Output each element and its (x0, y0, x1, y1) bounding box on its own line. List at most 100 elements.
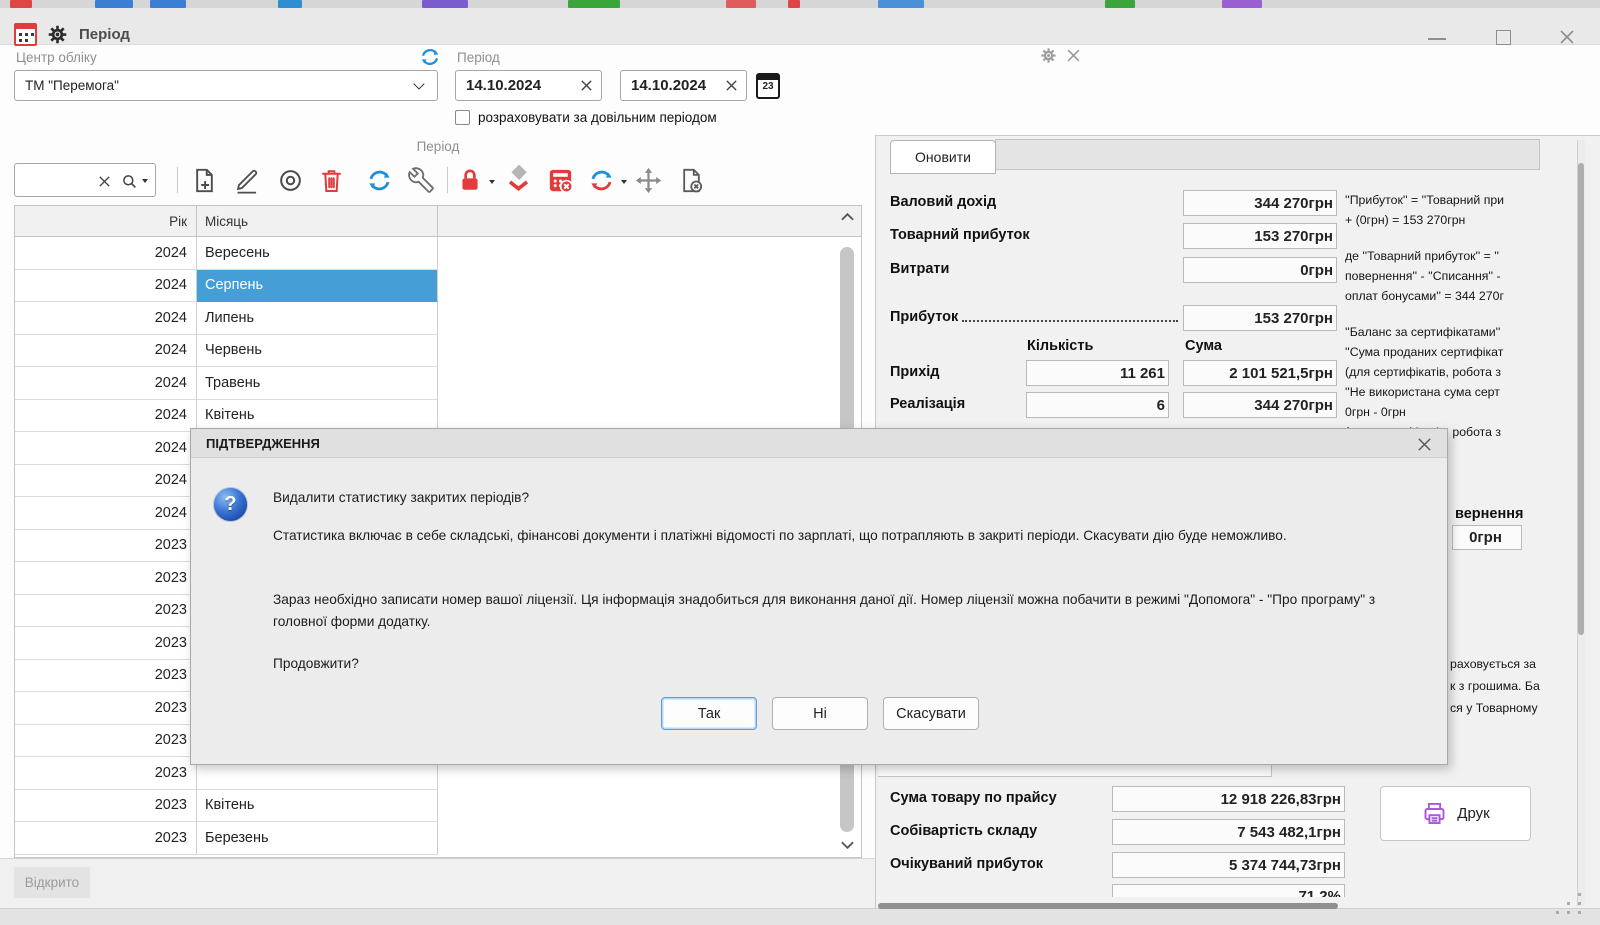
yes-button[interactable]: Так (661, 697, 757, 730)
search-magnifier-icon[interactable] (119, 171, 139, 191)
window-bottom-edge (0, 908, 1600, 925)
accounting-center-select[interactable]: ТМ "Перемога" (14, 70, 438, 101)
date-from-clear-icon[interactable] (580, 79, 593, 92)
minimize-icon[interactable] (1428, 38, 1446, 40)
refresh-options-caret-icon[interactable] (621, 180, 627, 184)
year-cell[interactable]: 2024 (15, 465, 197, 498)
date-to-clear-icon[interactable] (725, 79, 738, 92)
table-row[interactable]: 2023Березень (15, 822, 861, 855)
no-button[interactable]: Ні (772, 697, 868, 730)
update-button[interactable]: Оновити (890, 140, 996, 174)
table-row[interactable]: 2024Серпень (15, 270, 861, 303)
print-button[interactable]: Друк (1380, 786, 1531, 841)
year-cell[interactable]: 2023 (15, 790, 197, 823)
year-cell[interactable]: 2023 (15, 595, 197, 628)
search-input[interactable] (14, 163, 156, 197)
month-cell[interactable]: Травень (197, 367, 438, 400)
column-header-year[interactable]: Рік (15, 206, 197, 236)
year-cell[interactable]: 2024 (15, 270, 197, 303)
background-icon-fragment (10, 0, 32, 8)
income-sum-value: 2 101 521,5грн (1183, 360, 1337, 386)
month-cell[interactable]: Червень (197, 335, 438, 368)
note-line: ''Не використана сума серт (1345, 382, 1541, 402)
settings-wrench-icon[interactable] (407, 166, 435, 194)
year-cell[interactable]: 2023 (15, 822, 197, 855)
refresh-alt-icon[interactable] (587, 166, 615, 194)
calendar-picker-icon[interactable]: 23 (756, 73, 780, 99)
empty-tab-strip (995, 139, 1540, 170)
month-cell[interactable]: Квітень (197, 790, 438, 823)
background-icon-fragment (95, 0, 133, 8)
export-document-icon[interactable] (677, 166, 705, 194)
scroll-up-icon[interactable] (838, 209, 856, 223)
lock-icon[interactable] (456, 166, 484, 194)
background-icon-fragment (150, 0, 186, 8)
move-icon[interactable] (634, 166, 662, 194)
year-cell[interactable]: 2023 (15, 725, 197, 758)
year-cell[interactable]: 2023 (15, 757, 197, 790)
scroll-down-icon[interactable] (838, 838, 856, 852)
dialog-question: Видалити статистику закритих періодів? (273, 487, 1398, 509)
delete-statistics-icon[interactable] (546, 166, 574, 194)
date-from-input[interactable]: 14.10.2024 (455, 70, 602, 101)
note-line (1345, 306, 1541, 322)
close-icon[interactable] (1558, 28, 1576, 46)
refresh-icon[interactable] (419, 46, 441, 68)
year-cell[interactable]: 2024 (15, 302, 197, 335)
edit-pencil-icon[interactable] (232, 166, 260, 194)
profit-label: Прибуток (890, 309, 958, 325)
collapse-layers-icon[interactable] (503, 164, 533, 194)
refresh-icon[interactable] (365, 166, 393, 194)
year-cell[interactable]: 2024 (15, 237, 197, 270)
background-taskbar-strip (0, 0, 1600, 8)
view-icon[interactable] (276, 166, 304, 194)
panel-hscrollbar-thumb[interactable] (878, 903, 1338, 909)
year-cell[interactable]: 2024 (15, 367, 197, 400)
formula-notes: ''Прибуток'' = ''Товарний при+ (0грн) = … (1345, 190, 1541, 442)
question-icon: ? (213, 487, 248, 522)
year-cell[interactable]: 2023 (15, 562, 197, 595)
year-cell[interactable]: 2023 (15, 627, 197, 660)
table-row[interactable]: 2024Червень (15, 335, 861, 368)
month-cell[interactable]: Вересень (197, 237, 438, 270)
cancel-button[interactable]: Скасувати (883, 697, 979, 730)
add-document-icon[interactable] (190, 166, 218, 194)
year-cell[interactable]: 2024 (15, 432, 197, 465)
dialog-close-icon[interactable] (1415, 435, 1433, 453)
year-cell[interactable]: 2023 (15, 692, 197, 725)
panel-vscrollbar-thumb[interactable] (1578, 163, 1584, 635)
year-cell[interactable]: 2023 (15, 530, 197, 563)
table-header: Рік Місяць (15, 206, 861, 237)
dialog-continue-question: Продовжити? (273, 653, 1398, 675)
date-to-input[interactable]: 14.10.2024 (620, 70, 747, 101)
period-close-icon[interactable] (1066, 48, 1081, 63)
dialog-paragraph-2: Зараз необхідно записати номер вашої ліц… (273, 589, 1398, 633)
lock-options-caret-icon[interactable] (489, 180, 495, 184)
accounting-center-value: ТМ "Перемога" (25, 78, 119, 93)
table-row[interactable]: 2023Квітень (15, 790, 861, 823)
year-cell[interactable]: 2023 (15, 660, 197, 693)
toolbar-separator (177, 167, 178, 193)
price-sum-value: 12 918 226,83грн (1112, 786, 1345, 812)
delete-trash-icon[interactable] (317, 166, 345, 194)
table-row[interactable]: 2024Липень (15, 302, 861, 335)
search-options-caret-icon[interactable] (142, 179, 148, 183)
maximize-icon[interactable] (1496, 30, 1511, 45)
search-clear-icon[interactable] (97, 174, 111, 188)
resize-grip-icon[interactable] (1556, 893, 1584, 915)
year-cell[interactable]: 2024 (15, 335, 197, 368)
period-settings-gear-icon[interactable] (1040, 47, 1057, 64)
month-cell[interactable]: Березень (197, 822, 438, 855)
printer-icon (1421, 800, 1448, 827)
toolbar-separator (447, 167, 448, 193)
year-cell[interactable]: 2024 (15, 497, 197, 530)
year-cell[interactable]: 2024 (15, 400, 197, 433)
table-row[interactable]: 2024Вересень (15, 237, 861, 270)
month-cell[interactable]: Липень (197, 302, 438, 335)
table-row[interactable]: 2024Травень (15, 367, 861, 400)
expenses-label: Витрати (890, 261, 949, 277)
arbitrary-period-checkbox[interactable] (455, 110, 470, 125)
column-header-month[interactable]: Місяць (197, 206, 438, 236)
gear-icon (47, 24, 68, 45)
month-cell[interactable]: Серпень (197, 270, 438, 303)
